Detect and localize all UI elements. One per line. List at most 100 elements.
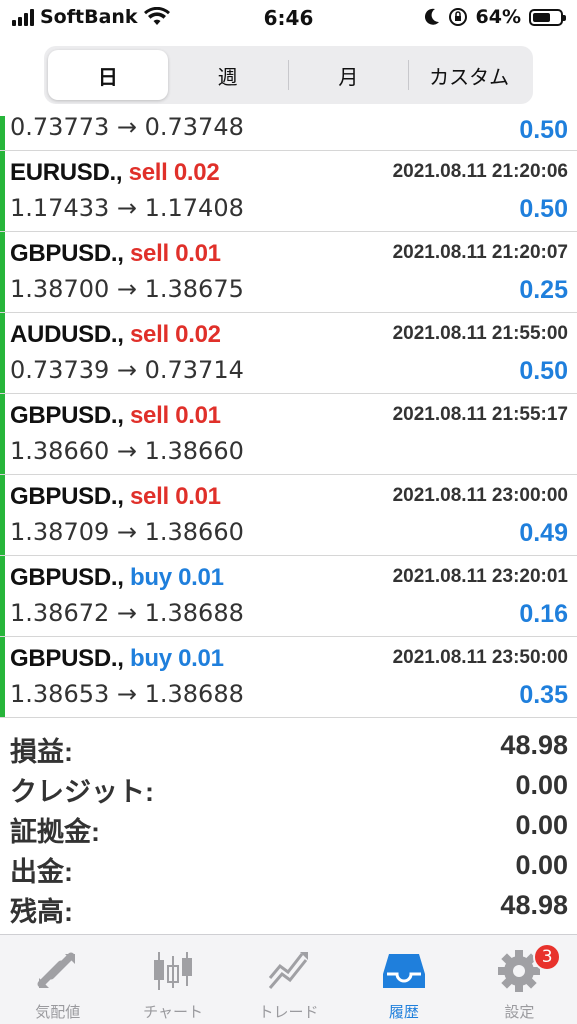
trade-profit: 0.50 — [519, 116, 568, 144]
tab-label: チャート — [143, 1003, 204, 1021]
trade-row[interactable]: GBPUSD., buy 0.01 2021.08.11 23:50:00 1.38… — [0, 637, 577, 718]
trade-symbol: GBPUSD., — [10, 240, 124, 267]
trade-prices: 1.38709 → 1.38660 — [10, 518, 244, 546]
trade-datetime: 2021.08.11 23:20:01 — [392, 566, 568, 587]
trade-datetime: 2021.08.11 21:55:17 — [392, 404, 568, 425]
trade-side-volume: sell 0.01 — [130, 483, 221, 510]
trade-symbol: AUDUSD., — [10, 321, 124, 348]
summary-credit: クレジット: 0.00 — [0, 768, 577, 808]
trade-marker — [0, 151, 5, 231]
segment-month[interactable]: 月 — [289, 50, 409, 100]
tab-quotes[interactable]: 気配値 — [0, 935, 115, 1024]
trade-symbol: GBPUSD., — [10, 402, 124, 429]
tab-trade[interactable]: トレード — [231, 935, 346, 1024]
trade-prices: 0.73739 → 0.73714 — [10, 356, 244, 384]
trade-symbol-line: GBPUSD., buy 0.01 — [10, 564, 224, 592]
trade-symbol: GBPUSD., — [10, 483, 124, 510]
segment-week[interactable]: 週 — [168, 50, 288, 100]
trade-marker — [0, 475, 5, 555]
trade-profit: 0.25 — [519, 276, 568, 304]
trade-marker — [0, 116, 5, 150]
trade-row[interactable]: GBPUSD., sell 0.01 2021.08.11 23:00:00 1.3… — [0, 475, 577, 556]
trade-side-volume: sell 0.02 — [129, 321, 221, 348]
trade-row[interactable]: EURUSD., sell 0.02 2021.08.11 21:20:06 1.1… — [0, 151, 577, 232]
summary-withdrawal: 出金: 0.00 — [0, 848, 577, 888]
trade-side-volume: buy 0.01 — [130, 645, 224, 672]
account-summary: 損益: 48.98 クレジット: 0.00 証拠金: 0.00 出金: 0.00… — [0, 728, 577, 928]
trade-symbol-line: GBPUSD., sell 0.01 — [10, 483, 221, 511]
trade-marker — [0, 637, 5, 717]
trade-prices: 1.38660 → 1.38660 — [10, 437, 244, 465]
summary-margin: 証拠金: 0.00 — [0, 808, 577, 848]
tab-label: 履歴 — [388, 1003, 419, 1021]
orientation-lock-icon — [448, 8, 467, 26]
moon-icon — [424, 8, 439, 25]
summary-label: 残高: — [10, 897, 73, 927]
trade-prices: 1.38672 → 1.38688 — [10, 599, 244, 627]
status-bar: SoftBank 6:46 64% — [0, 0, 577, 36]
trade-row[interactable]: GBPUSD., sell 0.01 2021.08.11 21:20:07 1.3… — [0, 232, 577, 313]
summary-label: クレジット: — [10, 777, 154, 807]
battery-percent: 64% — [475, 6, 521, 28]
trade-datetime: 2021.08.11 21:20:06 — [392, 161, 568, 182]
trade-marker — [0, 313, 5, 393]
summary-value: 48.98 — [500, 730, 568, 760]
trade-profit: 0.50 — [519, 195, 568, 223]
trade-symbol-line: GBPUSD., sell 0.01 — [10, 240, 221, 268]
tab-label: 設定 — [504, 1003, 535, 1021]
trade-row[interactable]: AUDUSD., sell 0.02 2021.08.11 21:55:00 0.7… — [0, 313, 577, 394]
trade-icon — [263, 947, 315, 995]
tab-label: トレード — [258, 1003, 319, 1021]
trade-profit: 0.16 — [519, 600, 568, 628]
tab-settings[interactable]: 設定 3 — [462, 935, 577, 1024]
trade-prices: 1.17433 → 1.17408 — [10, 194, 244, 222]
summary-value: 48.98 — [500, 890, 568, 920]
trade-datetime: 2021.08.11 21:55:00 — [392, 323, 568, 344]
summary-profit: 損益: 48.98 — [0, 728, 577, 768]
trade-side-volume: sell 0.01 — [130, 240, 221, 267]
notification-badge: 3 — [533, 943, 562, 971]
history-icon — [378, 947, 430, 995]
bottom-tab-bar: 気配値 チャート トレード 履歴 設定 3 — [0, 934, 577, 1024]
segment-day[interactable]: 日 — [48, 50, 168, 100]
trade-symbol-line: AUDUSD., sell 0.02 — [10, 321, 221, 349]
segment-custom[interactable]: カスタム — [409, 50, 529, 100]
tab-chart[interactable]: チャート — [115, 935, 230, 1024]
trade-prices: 1.38700 → 1.38675 — [10, 275, 244, 303]
trade-side-volume: sell 0.02 — [128, 159, 220, 186]
trade-profit: 0.35 — [519, 681, 568, 709]
trade-row[interactable]: GBPUSD., buy 0.01 2021.08.11 23:20:01 1.38… — [0, 556, 577, 637]
trade-symbol: GBPUSD., — [10, 645, 124, 672]
trade-datetime: 2021.08.11 23:00:00 — [392, 485, 568, 506]
trade-row[interactable]: 0.73773 → 0.73748 0.50 — [0, 113, 577, 151]
trade-prices: 0.73773 → 0.73748 — [10, 113, 244, 141]
trade-datetime: 2021.08.11 21:20:07 — [392, 242, 568, 263]
summary-label: 出金: — [10, 857, 73, 887]
tab-label: 気配値 — [35, 1003, 81, 1021]
trade-symbol-line: GBPUSD., sell 0.01 — [10, 402, 221, 430]
summary-value: 0.00 — [515, 850, 568, 880]
trade-side-volume: buy 0.01 — [130, 564, 224, 591]
period-segmented-control: 日 週 月 カスタム — [44, 46, 533, 104]
battery-icon — [529, 8, 566, 26]
trade-symbol-line: GBPUSD., buy 0.01 — [10, 645, 224, 673]
trade-marker — [0, 232, 5, 312]
trade-side-volume: sell 0.01 — [130, 402, 221, 429]
trade-history-list: 0.73773 → 0.73748 0.50 EURUSD., sell 0.0… — [0, 113, 577, 718]
trade-marker — [0, 556, 5, 636]
trade-symbol: EURUSD., — [10, 159, 123, 186]
trade-row[interactable]: GBPUSD., sell 0.01 2021.08.11 21:55:17 1.3… — [0, 394, 577, 475]
quotes-icon — [32, 947, 84, 995]
summary-value: 0.00 — [515, 770, 568, 800]
trade-profit: 0.50 — [519, 357, 568, 385]
summary-label: 証拠金: — [10, 817, 100, 847]
trade-profit: 0.49 — [519, 519, 568, 547]
trade-marker — [0, 394, 5, 474]
summary-balance: 残高: 48.98 — [0, 888, 577, 928]
tab-history[interactable]: 履歴 — [346, 935, 461, 1024]
trade-symbol: GBPUSD., — [10, 564, 124, 591]
summary-value: 0.00 — [515, 810, 568, 840]
trade-datetime: 2021.08.11 23:50:00 — [392, 647, 568, 668]
summary-label: 損益: — [10, 737, 73, 767]
trade-symbol-line: EURUSD., sell 0.02 — [10, 159, 220, 187]
